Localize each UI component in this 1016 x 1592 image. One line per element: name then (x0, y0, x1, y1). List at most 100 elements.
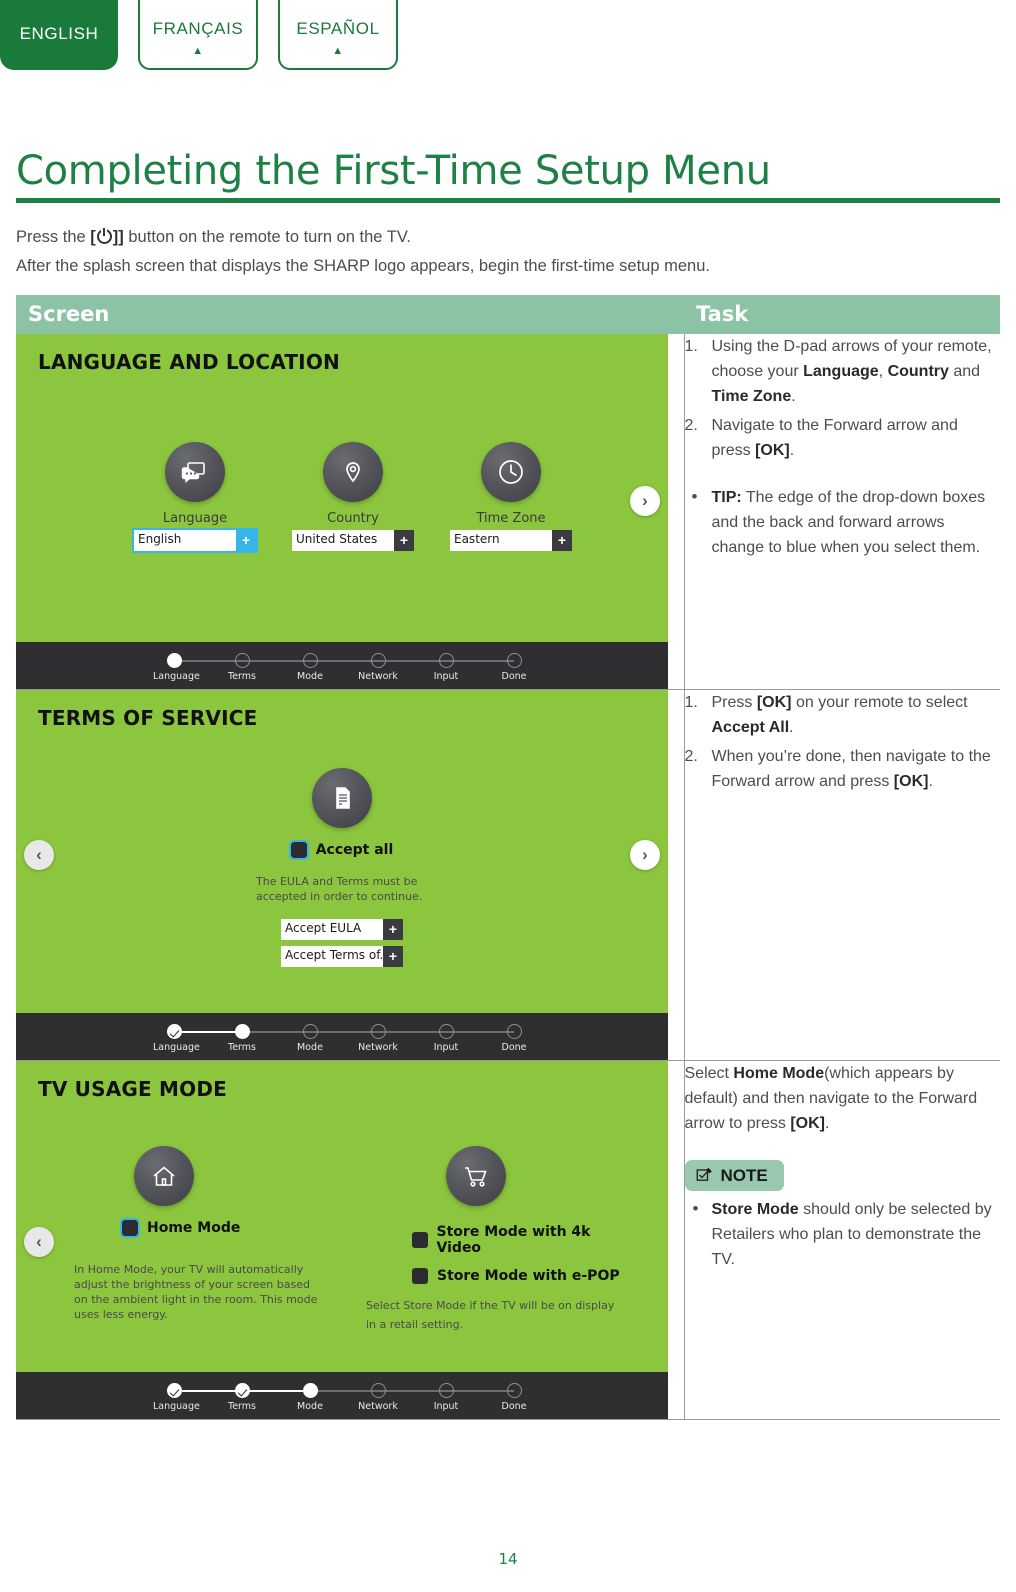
screen-cell-usage-mode: TV USAGE MODE Home Mode In Home Mode, yo… (16, 1060, 684, 1420)
step-terms[interactable]: Terms (221, 1024, 263, 1053)
table-header-row: Screen Task (16, 295, 1000, 334)
accept-all-checkbox[interactable] (288, 840, 309, 860)
step-label: Mode (297, 671, 323, 682)
store-mode-epop-checkbox-row[interactable]: Store Mode with e-POP (366, 1268, 634, 1284)
step-network[interactable]: Network (357, 1383, 399, 1412)
option-language-label: Language (162, 511, 228, 526)
task-rich-text: Using the D-pad arrows of your remote, c… (711, 338, 992, 405)
dropdown-time-zone[interactable]: Eastern + (450, 530, 572, 551)
back-arrow-button[interactable]: ‹ (24, 840, 54, 870)
store-mode-epop-checkbox[interactable] (412, 1268, 428, 1284)
step-indicator: Language Terms Mode Network Input Done (153, 1383, 527, 1417)
page-title-block: Completing the First-Time Setup Menu (16, 148, 1000, 203)
step-language[interactable]: Language (153, 653, 200, 682)
option-time-zone[interactable]: Time Zone Eastern + (450, 442, 572, 551)
step-dot (302, 653, 318, 668)
dropdown-time-zone-value: Eastern (454, 532, 500, 546)
task-item: Press [OK] on your remote to select Acce… (685, 690, 1001, 740)
dropdown-language-value: English (138, 532, 182, 546)
plus-icon[interactable]: + (383, 919, 403, 940)
location-pin-icon (323, 442, 383, 502)
store-mode-block[interactable]: Store Mode with 4k Video Store Mode with… (366, 1146, 634, 1334)
option-country[interactable]: Country United States + (292, 442, 414, 551)
plus-icon[interactable]: + (236, 530, 256, 551)
dropdown-accept-eula[interactable]: Accept EULA + (281, 919, 403, 940)
task-content: Using the D-pad arrows of your remote, c… (685, 334, 1001, 560)
tip-list: TIP: The edge of the drop-down boxes and… (685, 484, 1001, 560)
step-dot (302, 1383, 318, 1398)
screen-cell-language: LANGUAGE AND LOCATION Language English +… (16, 334, 684, 690)
page-title: Completing the First-Time Setup Menu (16, 148, 771, 194)
step-label: Done (501, 671, 527, 682)
step-dot (370, 653, 386, 668)
step-terms[interactable]: Terms (221, 653, 263, 682)
store-mode-4k-label: Store Mode with 4k Video (436, 1224, 591, 1256)
home-mode-block[interactable]: Home Mode In Home Mode, your TV will aut… (74, 1146, 324, 1322)
language-tab-francais[interactable]: FRANÇAIS ▲ (138, 0, 258, 70)
step-dot (234, 653, 250, 668)
step-dot-check (234, 1383, 250, 1398)
task-rich-text: Press [OK] on your remote to select Acce… (711, 694, 968, 736)
plus-icon[interactable]: + (552, 530, 572, 551)
accept-all-checkbox-row[interactable]: Accept all (16, 840, 668, 860)
store-mode-4k-checkbox-row[interactable]: Store Mode with 4k Video (366, 1224, 634, 1256)
dropdown-language[interactable]: English + (132, 528, 258, 553)
step-done[interactable]: Done (493, 1024, 535, 1053)
step-input[interactable]: Input (425, 1024, 467, 1053)
forward-arrow-button[interactable]: › (630, 486, 660, 516)
table-row: TV USAGE MODE Home Mode In Home Mode, yo… (16, 1060, 1001, 1420)
dropdown-country[interactable]: United States + (292, 530, 414, 551)
step-language[interactable]: Language (153, 1024, 200, 1053)
step-mode[interactable]: Mode (289, 1383, 331, 1412)
step-label: Mode (297, 1042, 323, 1053)
task-rich-text: Navigate to the Forward arrow and press … (711, 417, 958, 459)
setup-progress-bar: Language Terms Mode Network Input Done (16, 642, 668, 689)
plus-icon[interactable]: + (394, 530, 414, 551)
tip-item: TIP: The edge of the drop-down boxes and… (685, 484, 1001, 560)
task-content: Select Home Mode(which appears by defaul… (684, 1061, 1001, 1272)
step-label: Input (433, 671, 459, 682)
intro-block: Press the []] button on the remote to tu… (16, 223, 1000, 281)
step-mode[interactable]: Mode (289, 653, 331, 682)
step-dot (370, 1383, 386, 1398)
title-underline (16, 198, 1000, 203)
step-input[interactable]: Input (425, 1383, 467, 1412)
store-mode-description: Select Store Mode if the TV will be on d… (366, 1299, 615, 1331)
language-tab-english[interactable]: ENGLISH (0, 0, 118, 70)
chevron-right-icon: › (642, 491, 648, 510)
language-tab-espanol[interactable]: ESPAÑOL ▲ (278, 0, 398, 70)
step-done[interactable]: Done (493, 1383, 535, 1412)
store-mode-4k-checkbox[interactable] (412, 1232, 428, 1248)
column-header-screen: Screen (16, 295, 684, 334)
step-mode[interactable]: Mode (289, 1024, 331, 1053)
note-label: NOTE (720, 1166, 768, 1185)
step-terms[interactable]: Terms (221, 1383, 263, 1412)
screen-cell-terms: TERMS OF SERVICE Accept all The EULA and… (16, 689, 684, 1061)
forward-arrow-button[interactable]: › (630, 840, 660, 870)
back-arrow-button[interactable]: ‹ (24, 1227, 54, 1257)
step-network[interactable]: Network (357, 1024, 399, 1053)
option-language[interactable]: Language English + (132, 442, 258, 553)
step-dot-check (166, 1383, 182, 1398)
option-country-label: Country (327, 511, 379, 526)
bracket-open: [ (90, 228, 96, 246)
step-done[interactable]: Done (493, 653, 535, 682)
home-mode-checkbox[interactable] (120, 1218, 140, 1238)
step-dot (438, 1383, 454, 1398)
home-mode-checkbox-row[interactable]: Home Mode (74, 1218, 324, 1238)
task-list: Using the D-pad arrows of your remote, c… (685, 334, 1001, 463)
tip-rich-text: TIP: The edge of the drop-down boxes and… (711, 489, 986, 556)
task-item: When you’re done, then navigate to the F… (685, 744, 1001, 794)
language-tab-francais-label: FRANÇAIS (152, 18, 244, 38)
step-label: Network (358, 1401, 398, 1412)
dropdown-accept-terms[interactable]: Accept Terms of... + (281, 946, 403, 967)
step-label: Done (501, 1042, 527, 1053)
plus-icon[interactable]: + (383, 946, 403, 967)
step-label: Input (433, 1401, 459, 1412)
step-dot (302, 1024, 318, 1039)
step-input[interactable]: Input (425, 653, 467, 682)
document-page: ENGLISH FRANÇAIS ▲ ESPAÑOL ▲ Completing … (0, 0, 1016, 1592)
step-network[interactable]: Network (357, 653, 399, 682)
dropdown-accept-terms-value: Accept Terms of... (285, 948, 383, 962)
step-language[interactable]: Language (153, 1383, 200, 1412)
